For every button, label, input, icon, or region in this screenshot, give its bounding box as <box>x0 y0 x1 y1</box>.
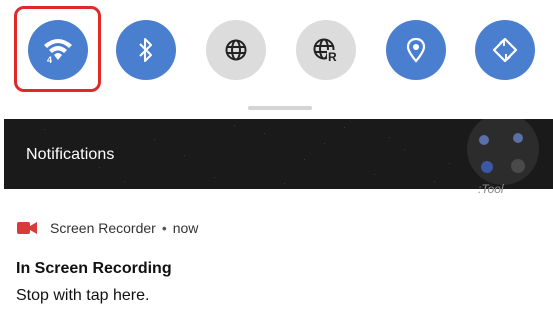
notification-app-row[interactable]: Screen Recorder • now <box>17 218 198 238</box>
rotate-icon <box>492 37 518 63</box>
bluetooth-icon <box>136 36 156 64</box>
floating-tool-label: :Tool <box>478 182 504 196</box>
notifications-header: Notifications <box>4 119 553 189</box>
notification-title[interactable]: In Screen Recording <box>16 260 172 278</box>
notification-separator: • <box>161 220 167 236</box>
video-camera-icon <box>17 222 37 234</box>
shade-drag-handle[interactable] <box>248 106 312 110</box>
wifi-tile[interactable]: 4 <box>28 20 88 80</box>
globe-r-tile[interactable]: R <box>296 20 356 80</box>
wifi-icon: 4 <box>41 35 75 65</box>
notification-time: now <box>172 220 199 236</box>
bluetooth-tile[interactable] <box>116 20 176 80</box>
location-icon <box>406 37 426 63</box>
wifi-badge: 4 <box>47 55 52 65</box>
globe-r-badge: R <box>328 50 337 63</box>
notification-body[interactable]: Stop with tap here. <box>16 287 149 305</box>
globe-tile[interactable] <box>206 20 266 80</box>
quick-settings-shade: 4 R Notifications:Tool Screen Recorder … <box>0 0 553 328</box>
notifications-title: Notifications <box>26 146 115 163</box>
auto-rotate-tile[interactable] <box>475 20 535 80</box>
globe-r-icon: R <box>312 37 340 63</box>
notification-app-name: Screen Recorder <box>50 220 156 236</box>
location-tile[interactable] <box>386 20 446 80</box>
globe-icon <box>224 38 248 62</box>
